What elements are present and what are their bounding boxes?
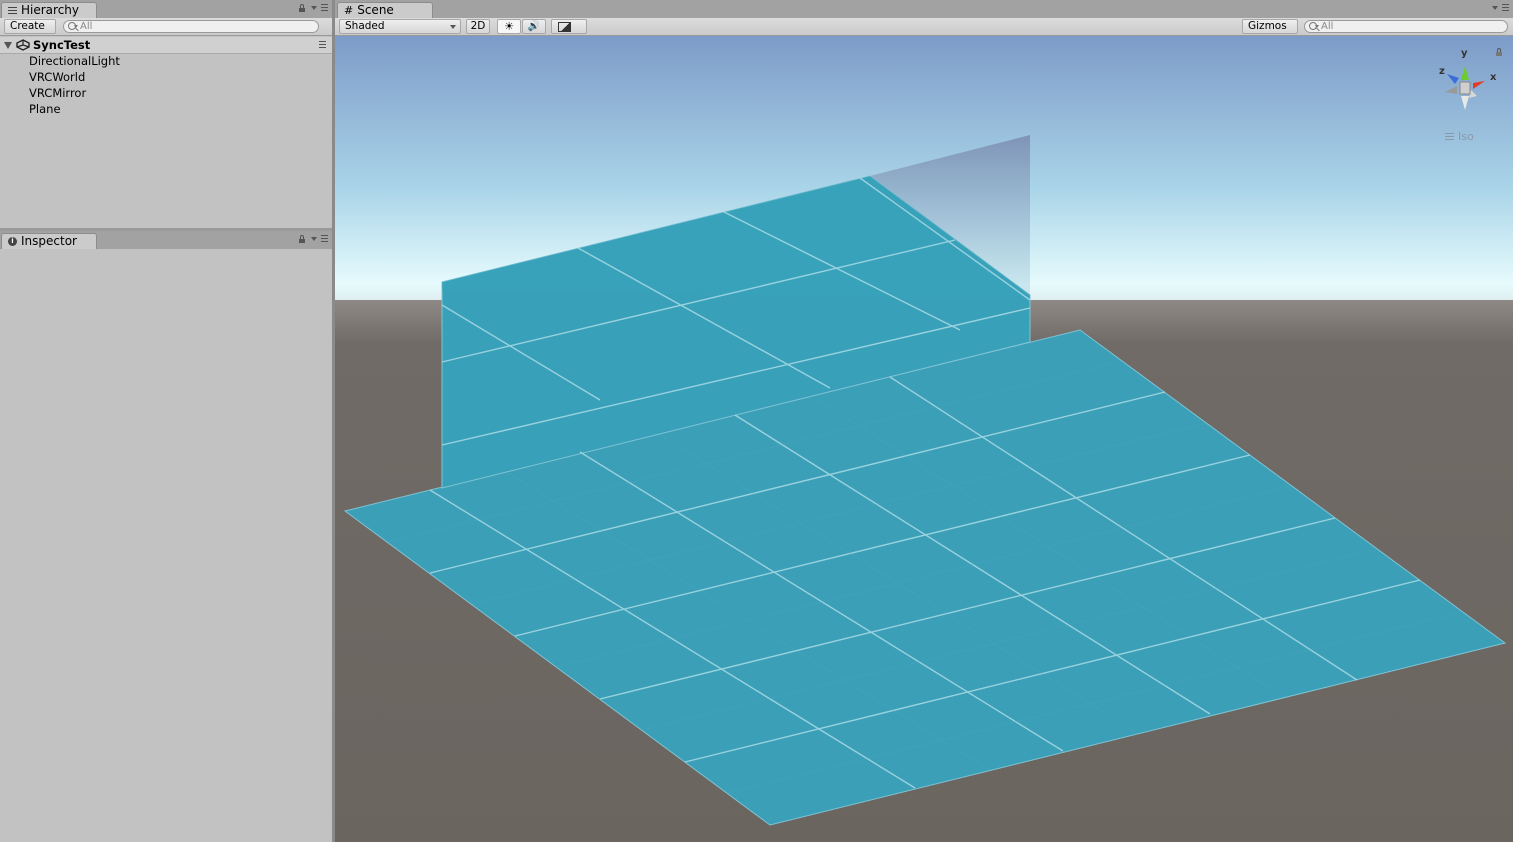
inspector-panel: i Inspector bbox=[0, 231, 332, 842]
chevron-down-icon bbox=[450, 25, 456, 29]
tab-hierarchy[interactable]: Hierarchy bbox=[1, 2, 97, 18]
grid-icon: # bbox=[344, 4, 354, 17]
inspector-window-controls bbox=[299, 234, 328, 243]
projection-toggle[interactable]: Iso bbox=[1445, 130, 1474, 143]
axis-gizmo-icon bbox=[1445, 66, 1485, 110]
scene-row[interactable]: SyncTest bbox=[0, 37, 332, 54]
tab-inspector-label: Inspector bbox=[21, 234, 77, 248]
chevron-down-icon[interactable] bbox=[1492, 5, 1498, 10]
gizmo-y-label: y bbox=[1461, 48, 1468, 59]
hierarchy-window-controls bbox=[299, 3, 328, 12]
tab-scene-label: Scene bbox=[357, 3, 394, 17]
list-item-label: DirectionalLight bbox=[29, 54, 120, 68]
tab-inspector[interactable]: i Inspector bbox=[1, 233, 97, 249]
inspector-tabstrip: i Inspector bbox=[0, 231, 332, 249]
menu-icon[interactable] bbox=[321, 235, 328, 242]
scene-menu-icon[interactable] bbox=[319, 41, 326, 48]
expand-triangle-icon[interactable] bbox=[4, 42, 12, 49]
draw-mode-label: Shaded bbox=[345, 20, 385, 32]
chevron-down-icon[interactable] bbox=[311, 236, 317, 241]
list-icon bbox=[8, 7, 17, 14]
tab-scene[interactable]: # Scene bbox=[337, 2, 433, 18]
effects-dropdown[interactable] bbox=[551, 19, 587, 42]
menu-icon bbox=[1445, 133, 1454, 140]
scene-panel: # Scene Shaded 2D ☀ 🔊 Gizmos All y x z I… bbox=[335, 0, 1513, 842]
list-item-label: VRCMirror bbox=[29, 86, 87, 100]
draw-mode-dropdown[interactable]: Shaded bbox=[339, 19, 461, 34]
hierarchy-panel: Hierarchy Create All SyncTest Directiona… bbox=[0, 0, 332, 228]
toggle-2d-label: 2D bbox=[470, 20, 486, 32]
hierarchy-item-directionallight[interactable]: DirectionalLight bbox=[0, 53, 332, 69]
speaker-icon: 🔊 bbox=[527, 21, 541, 32]
orientation-gizmo[interactable]: y x z bbox=[1433, 48, 1503, 120]
lock-icon[interactable] bbox=[299, 234, 305, 243]
list-item-label: VRCWorld bbox=[29, 70, 86, 84]
toggle-2d-button[interactable]: 2D bbox=[466, 19, 490, 34]
audio-toggle-button[interactable]: 🔊 bbox=[522, 19, 546, 34]
hierarchy-tabstrip: Hierarchy bbox=[0, 0, 332, 18]
scene-render bbox=[335, 36, 1513, 842]
list-item-label: Plane bbox=[29, 102, 61, 116]
scene-window-controls bbox=[1488, 4, 1509, 11]
hierarchy-search-placeholder: All bbox=[80, 21, 93, 32]
gizmo-x-label: x bbox=[1490, 72, 1497, 83]
chevron-down-icon[interactable] bbox=[311, 5, 317, 10]
lock-icon[interactable] bbox=[299, 3, 305, 12]
scene-tabstrip: # Scene bbox=[335, 0, 1513, 18]
chevron-down-icon bbox=[74, 25, 78, 28]
image-icon bbox=[558, 22, 571, 32]
sun-icon: ☀ bbox=[504, 20, 514, 33]
create-label: Create bbox=[10, 20, 45, 32]
gizmo-z-label: z bbox=[1439, 66, 1445, 77]
scene-name: SyncTest bbox=[33, 38, 91, 52]
create-button[interactable]: Create bbox=[4, 19, 56, 41]
hierarchy-toolbar: Create All bbox=[0, 18, 332, 41]
viewport-lock-icon[interactable] bbox=[1496, 48, 1502, 56]
info-icon: i bbox=[8, 237, 17, 246]
hierarchy-item-vrcmirror[interactable]: VRCMirror bbox=[0, 85, 332, 101]
menu-icon[interactable] bbox=[1502, 4, 1509, 11]
scene-viewport[interactable]: y x z Iso bbox=[335, 36, 1513, 842]
hierarchy-item-vrcworld[interactable]: VRCWorld bbox=[0, 69, 332, 85]
hierarchy-search-input[interactable]: All bbox=[63, 20, 319, 33]
scene-search-placeholder: All bbox=[1321, 21, 1334, 32]
gizmos-label: Gizmos bbox=[1248, 20, 1287, 32]
lighting-toggle-button[interactable]: ☀ bbox=[497, 19, 521, 34]
inspector-body bbox=[0, 249, 332, 842]
hierarchy-item-plane[interactable]: Plane bbox=[0, 101, 332, 117]
scene-toolbar: Shaded 2D ☀ 🔊 Gizmos All bbox=[335, 18, 1513, 42]
gizmos-dropdown[interactable]: Gizmos bbox=[1242, 19, 1298, 41]
menu-icon[interactable] bbox=[321, 4, 328, 11]
chevron-down-icon bbox=[1315, 25, 1319, 28]
tab-hierarchy-label: Hierarchy bbox=[21, 3, 80, 17]
projection-label: Iso bbox=[1458, 130, 1474, 143]
scene-search-input[interactable]: All bbox=[1304, 20, 1508, 33]
